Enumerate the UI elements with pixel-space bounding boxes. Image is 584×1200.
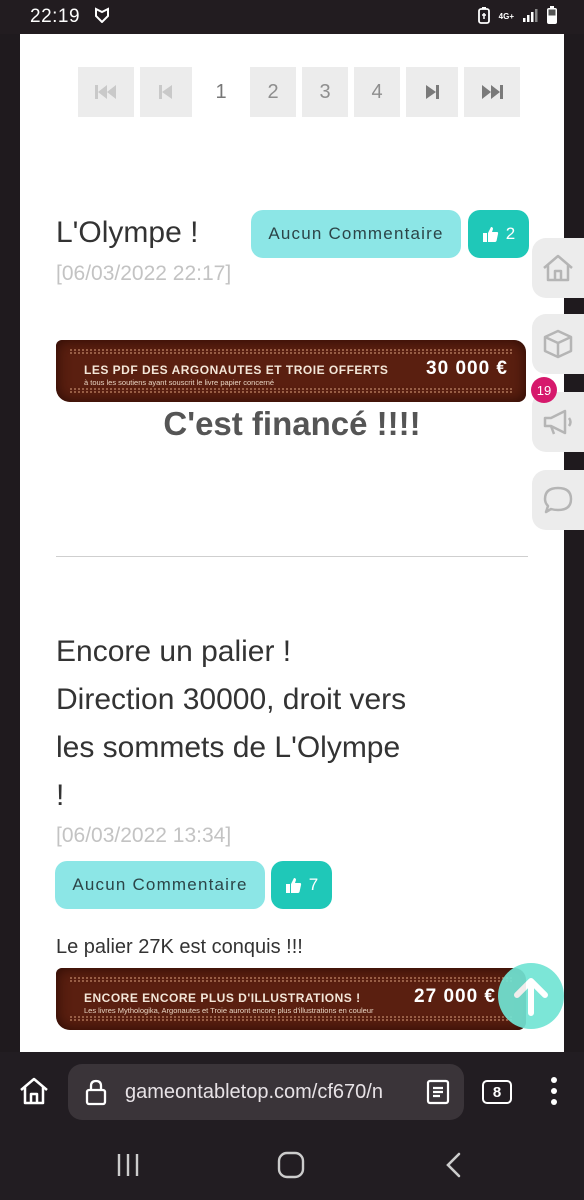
home-icon (543, 254, 573, 282)
status-bar: 22:19 4G+ (0, 0, 584, 34)
stretch-goal-banner: ENCORE ENCORE PLUS D'ILLUSTRATIONS ! Les… (56, 968, 526, 1030)
reader-mode-icon[interactable] (426, 1079, 450, 1105)
first-page-button[interactable] (78, 67, 134, 117)
pagination: 1 2 3 4 (78, 67, 520, 117)
box-icon (543, 329, 573, 359)
notification-badge: 19 (531, 377, 557, 403)
page-4-button[interactable]: 4 (354, 67, 400, 117)
page-2-button[interactable]: 2 (250, 67, 296, 117)
like-count: 7 (308, 875, 319, 894)
post-title[interactable]: L'Olympe ! (56, 216, 198, 250)
side-box-button[interactable] (532, 314, 584, 374)
scroll-to-top-button[interactable] (498, 963, 564, 1029)
prev-page-button[interactable] (140, 67, 192, 117)
signal-icon (522, 8, 538, 27)
banner-text: ENCORE ENCORE PLUS D'ILLUSTRATIONS ! (84, 991, 361, 1005)
post-date: [06/03/2022 13:34] (56, 824, 232, 847)
arrow-up-icon (514, 978, 548, 1016)
comments-button[interactable]: Aucun Commentaire (55, 861, 265, 909)
like-count: 2 (505, 224, 516, 243)
post-date: [06/03/2022 22:17] (56, 262, 232, 285)
skip-first-icon (95, 85, 116, 99)
comments-button[interactable]: Aucun Commentaire (251, 210, 461, 258)
skip-last-icon (482, 85, 503, 99)
shield-icon (94, 6, 110, 28)
thumbs-up-icon (285, 877, 301, 893)
skip-next-icon (426, 85, 439, 99)
home-nav-button[interactable] (277, 1148, 305, 1187)
chat-icon (543, 486, 573, 514)
like-button[interactable]: 2 (468, 210, 529, 258)
home-circle-icon (277, 1151, 305, 1179)
battery-icon (546, 5, 558, 30)
browser-toolbar: gameontabletop.com/cf670/n 8 (0, 1052, 584, 1132)
banner-amount: 30 000 € (426, 358, 508, 379)
megaphone-icon (543, 409, 572, 435)
banner-subtext: à tous les soutiens ayant souscrit le li… (84, 378, 275, 387)
page-3-button[interactable]: 3 (302, 67, 348, 117)
stretch-goal-banner: LES PDF DES ARGONAUTES ET TROIE OFFERTS … (56, 340, 526, 402)
more-options-button[interactable] (550, 1076, 558, 1111)
post-text: Le palier 27K est conquis !!! (56, 936, 303, 958)
last-page-button[interactable] (464, 67, 520, 117)
page-content: 1 2 3 4 L'Olympe ! [06/03/2022 22:17] Au… (20, 34, 564, 1052)
browser-home-button[interactable] (18, 1076, 50, 1111)
side-news-button[interactable]: 19 (531, 377, 584, 452)
like-button[interactable]: 7 (271, 861, 332, 909)
thumbs-up-icon (482, 226, 498, 242)
skip-previous-icon (159, 85, 172, 99)
recent-apps-button[interactable] (116, 1148, 140, 1187)
post-headline: C'est financé !!!! (163, 405, 421, 442)
tabs-button[interactable]: 8 (482, 1080, 512, 1104)
lock-icon (85, 1079, 107, 1106)
battery-saver-icon (477, 6, 491, 29)
status-time: 22:19 (30, 6, 81, 27)
banner-amount: 27 000 € (414, 986, 496, 1007)
more-vert-icon (551, 1077, 557, 1105)
address-bar[interactable]: gameontabletop.com/cf670/n (68, 1064, 464, 1120)
side-home-button[interactable] (532, 238, 584, 298)
system-nav-bar (0, 1132, 584, 1200)
banner-text: LES PDF DES ARGONAUTES ET TROIE OFFERTS (84, 363, 389, 377)
url-text: gameontabletop.com/cf670/n (125, 1081, 383, 1103)
back-icon (446, 1152, 461, 1178)
back-button[interactable] (444, 1148, 464, 1187)
divider (56, 556, 528, 557)
network-indicator: 4G+ (498, 12, 514, 21)
page-1-button[interactable]: 1 (198, 67, 244, 117)
side-chat-button[interactable] (532, 470, 584, 530)
banner-subtext: Les livres Mythologika, Argonautes et Tr… (84, 1006, 374, 1015)
home-icon (20, 1077, 48, 1105)
next-page-button[interactable] (406, 67, 458, 117)
post-title[interactable]: Encore un palier ! Direction 30000, droi… (56, 628, 416, 820)
recent-apps-icon (117, 1154, 139, 1176)
